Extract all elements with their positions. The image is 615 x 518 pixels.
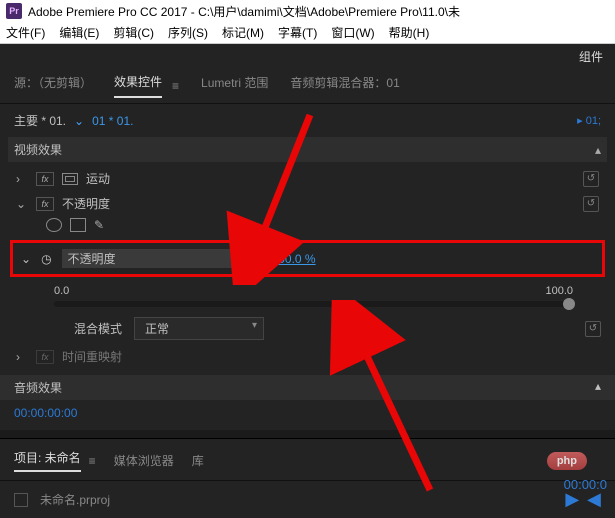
play-forward-icon[interactable]: ▶: [565, 489, 579, 510]
timeline-playhead-marker: ▸ 01;: [577, 114, 601, 127]
twirl-closed-icon[interactable]: ›: [16, 172, 28, 186]
fx-time-remap-label[interactable]: 时间重映射: [62, 348, 122, 365]
blend-mode-label: 混合模式: [74, 320, 122, 337]
motion-icon: [62, 173, 78, 185]
twirl-closed-icon[interactable]: ›: [16, 350, 28, 364]
app-logo-icon: Pr: [6, 3, 22, 19]
mask-tools-row: ✎: [14, 216, 601, 238]
chevron-up-icon[interactable]: ▴: [595, 143, 601, 157]
video-effects-label: 视频效果: [14, 141, 62, 158]
opacity-property-label: 不透明度: [62, 249, 262, 268]
watermark-badge: php: [547, 452, 587, 470]
menu-marker[interactable]: 标记(M): [222, 24, 264, 41]
menu-help[interactable]: 帮助(H): [389, 24, 430, 41]
menu-edit[interactable]: 编辑(E): [59, 24, 99, 41]
effect-controls-panel: 主要 * 01. ⌄ 01 * 01. ▸ 01; 视频效果 ▴ › fx 运动…: [0, 104, 615, 430]
sequence-timecode: 00:00:0: [564, 477, 607, 492]
menu-clip[interactable]: 剪辑(C): [113, 24, 154, 41]
reset-button[interactable]: ↺: [583, 171, 599, 187]
twirl-open-icon[interactable]: ⌄: [16, 197, 28, 211]
instance-clip-label[interactable]: 01 * 01.: [92, 114, 133, 128]
project-panel-tabs: 项目: 未命名 ≡ 媒体浏览器 库: [0, 439, 615, 481]
tab-media-browser[interactable]: 媒体浏览器: [114, 452, 174, 469]
workspace-bar: 组件: [0, 44, 615, 68]
play-backward-icon[interactable]: ▶: [587, 489, 601, 510]
blend-mode-select[interactable]: 正常: [134, 317, 264, 340]
fx-time-remap-row: › fx 时间重映射: [14, 344, 601, 369]
menu-window[interactable]: 窗口(W): [331, 24, 374, 41]
fx-motion-label[interactable]: 运动: [86, 170, 110, 187]
menu-file[interactable]: 文件(F): [6, 24, 45, 41]
app-title: Adobe Premiere Pro CC 2017 - C:\用户\damim…: [28, 3, 460, 20]
twirl-open-icon[interactable]: ⌄: [21, 252, 31, 266]
tab-audio-mixer[interactable]: 音频剪辑混合器：01: [290, 74, 399, 97]
reset-button[interactable]: ↺: [583, 196, 599, 212]
tab-library[interactable]: 库: [192, 452, 204, 469]
tab-effect-controls[interactable]: 效果控件: [114, 73, 162, 98]
slider-max: 100.0: [545, 285, 573, 297]
tab-source[interactable]: 源：（无剪辑）: [14, 74, 92, 97]
reset-button[interactable]: ↺: [585, 321, 601, 337]
menubar: 文件(F) 编辑(E) 剪辑(C) 序列(S) 标记(M) 字幕(T) 窗口(W…: [0, 22, 615, 44]
transport-controls: ▶ ▶: [565, 489, 601, 510]
fx-motion-row: › fx 运动 ↺: [14, 166, 601, 191]
slider-min: 0.0: [54, 285, 69, 297]
annotation-highlight-box: ⌄ ◷ 不透明度 100.0 %: [10, 240, 605, 277]
fx-opacity-row: ⌄ fx 不透明度 ↺: [14, 191, 601, 216]
workspace-label[interactable]: 组件: [579, 48, 603, 65]
fx-badge-icon[interactable]: fx: [36, 172, 54, 186]
tab-lumetri[interactable]: Lumetri 范围: [201, 74, 268, 97]
video-effects-header: 视频效果 ▴: [8, 137, 607, 162]
project-item-icon: [14, 493, 28, 507]
fx-badge-icon[interactable]: fx: [36, 197, 54, 211]
project-filename[interactable]: 未命名.prproj: [40, 491, 110, 508]
window-titlebar: Pr Adobe Premiere Pro CC 2017 - C:\用户\da…: [0, 0, 615, 22]
opacity-value-input[interactable]: 100.0 %: [272, 252, 316, 266]
fx-opacity-label[interactable]: 不透明度: [62, 195, 110, 212]
panel-menu-icon[interactable]: ≡: [89, 454, 96, 468]
ellipse-mask-icon[interactable]: [46, 218, 62, 232]
audio-effects-header: 音频效果 ▴: [0, 375, 615, 400]
fx-badge-icon[interactable]: fx: [36, 350, 54, 364]
blend-mode-row: 混合模式 正常 ↺: [14, 313, 601, 344]
menu-title[interactable]: 字幕(T): [278, 24, 317, 41]
slider-thumb[interactable]: [563, 298, 575, 310]
menu-sequence[interactable]: 序列(S): [168, 24, 208, 41]
chevron-down-icon[interactable]: ⌄: [74, 114, 84, 128]
panel-menu-icon[interactable]: ≡: [172, 79, 179, 93]
opacity-slider-labels: 0.0 100.0: [14, 283, 601, 299]
rect-mask-icon[interactable]: [70, 218, 86, 232]
audio-effects-label: 音频效果: [14, 379, 62, 396]
opacity-slider[interactable]: [54, 301, 573, 307]
chevron-up-icon[interactable]: ▴: [595, 379, 601, 396]
pen-mask-icon[interactable]: ✎: [94, 218, 104, 232]
opacity-property-row: ⌄ ◷ 不透明度 100.0 %: [21, 249, 594, 268]
clip-selector-row: 主要 * 01. ⌄ 01 * 01.: [14, 112, 601, 129]
master-clip-label[interactable]: 主要 * 01.: [14, 112, 66, 129]
current-timecode[interactable]: 00:00:00:00: [14, 400, 601, 422]
project-body: 未命名.prproj ▶ ▶: [0, 481, 615, 518]
tab-project[interactable]: 项目: 未命名: [14, 449, 81, 472]
stopwatch-icon[interactable]: ◷: [41, 252, 51, 266]
project-panel: 项目: 未命名 ≡ 媒体浏览器 库 未命名.prproj ▶ ▶: [0, 438, 615, 518]
source-panel-tabs: 源：（无剪辑） 效果控件 ≡ Lumetri 范围 音频剪辑混合器：01: [0, 68, 615, 104]
